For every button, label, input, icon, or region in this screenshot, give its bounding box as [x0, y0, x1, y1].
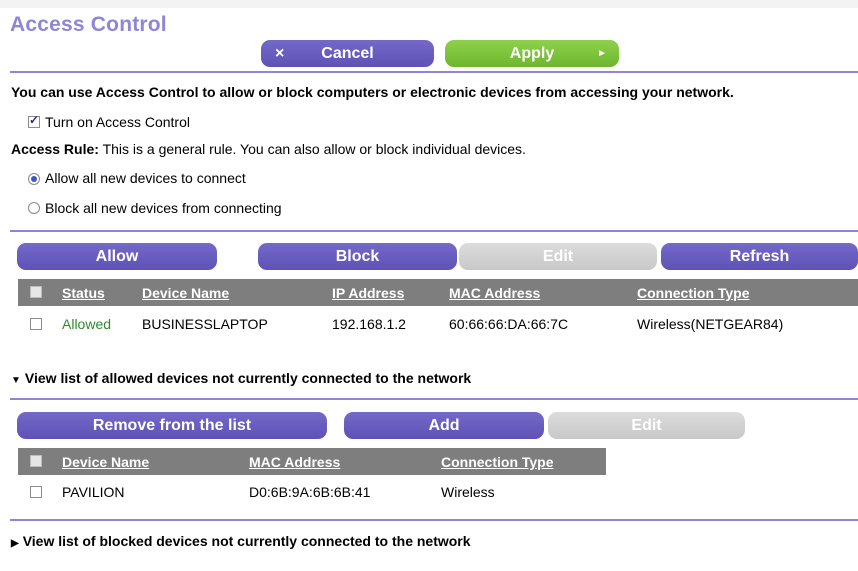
mac-address: 60:66:66:DA:66:7C	[449, 316, 569, 332]
allow-all-new-devices-label: Allow all new devices to connect	[45, 170, 246, 186]
access-rule-text: Access Rule: This is a general rule. You…	[11, 141, 526, 157]
apply-label: Apply	[509, 44, 555, 62]
access-rule-description: This is a general rule. You can also all…	[98, 141, 526, 157]
refresh-label: Refresh	[729, 247, 790, 265]
blocked-not-connected-label: View list of blocked devices not current…	[22, 533, 471, 549]
turn-on-access-control-checkbox[interactable]	[28, 113, 40, 128]
divider-allowed	[10, 398, 858, 400]
apply-button[interactable]: Apply ►	[445, 40, 619, 67]
connection-type: Wireless(NETGEAR84)	[637, 316, 784, 332]
col-mac-address[interactable]: MAC Address	[449, 285, 540, 301]
refresh-button[interactable]: Refresh	[661, 243, 858, 270]
col-device-name[interactable]: Device Name	[142, 285, 229, 301]
cancel-label: Cancel	[321, 44, 374, 62]
divider-devices	[10, 230, 858, 232]
col-mac-address[interactable]: MAC Address	[249, 454, 340, 470]
row-checkbox[interactable]	[30, 486, 42, 498]
allow-all-new-devices-radio[interactable]	[28, 173, 40, 185]
play-arrow-icon: ►	[597, 48, 607, 59]
add-button[interactable]: Add	[344, 412, 544, 439]
block-all-new-devices-label: Block all new devices from connecting	[45, 200, 282, 216]
col-ip-address[interactable]: IP Address	[332, 285, 404, 301]
triangle-down-icon: ▼	[11, 375, 21, 386]
divider-blocked	[10, 519, 858, 521]
add-label: Add	[428, 416, 460, 434]
device-name: PAVILION	[62, 484, 125, 500]
blocked-not-connected-expander[interactable]: ▶ View list of blocked devices not curren…	[11, 533, 471, 549]
col-connection-type[interactable]: Connection Type	[637, 285, 750, 301]
block-label: Block	[335, 247, 380, 265]
block-button[interactable]: Block	[258, 243, 457, 270]
top-strip	[0, 0, 858, 8]
close-icon: ×	[275, 44, 285, 62]
allowed-table-header: Device Name MAC Address Connection Type	[18, 448, 606, 475]
triangle-right-icon: ▶	[11, 538, 19, 549]
page-title: Access Control	[10, 13, 167, 36]
col-device-name[interactable]: Device Name	[62, 454, 149, 470]
edit-allowed-label: Edit	[631, 416, 662, 434]
edit-label: Edit	[542, 247, 574, 265]
col-connection-type[interactable]: Connection Type	[441, 454, 554, 470]
allowed-not-connected-label: View list of allowed devices not current…	[24, 370, 472, 386]
remove-from-list-button[interactable]: Remove from the list	[17, 412, 327, 439]
device-name: BUSINESSLAPTOP	[142, 316, 268, 332]
select-all-connected-checkbox[interactable]	[30, 286, 42, 298]
row-checkbox[interactable]	[30, 318, 42, 330]
allowed-not-connected-expander[interactable]: ▼ View list of allowed devices not curren…	[11, 370, 471, 386]
turn-on-access-control-label: Turn on Access Control	[45, 114, 190, 130]
divider-top	[10, 71, 858, 73]
connected-table-header: Status Device Name IP Address MAC Addres…	[18, 279, 858, 306]
select-all-allowed-checkbox[interactable]	[30, 455, 42, 467]
col-status[interactable]: Status	[62, 285, 105, 301]
block-all-new-devices-radio[interactable]	[28, 202, 40, 214]
edit-allowed-button: Edit	[548, 412, 745, 439]
access-rule-label: Access Rule:	[11, 141, 99, 157]
access-control-description: You can use Access Control to allow or b…	[11, 84, 734, 100]
allow-button[interactable]: Allow	[17, 243, 217, 270]
allow-label: Allow	[95, 247, 139, 265]
ip-address: 192.168.1.2	[332, 316, 406, 332]
edit-button: Edit	[459, 243, 657, 270]
cancel-button[interactable]: × Cancel	[261, 40, 434, 67]
mac-address: D0:6B:9A:6B:6B:41	[249, 484, 371, 500]
status-allowed: Allowed	[62, 316, 112, 332]
remove-from-list-label: Remove from the list	[92, 416, 252, 434]
connection-type: Wireless	[441, 484, 495, 500]
